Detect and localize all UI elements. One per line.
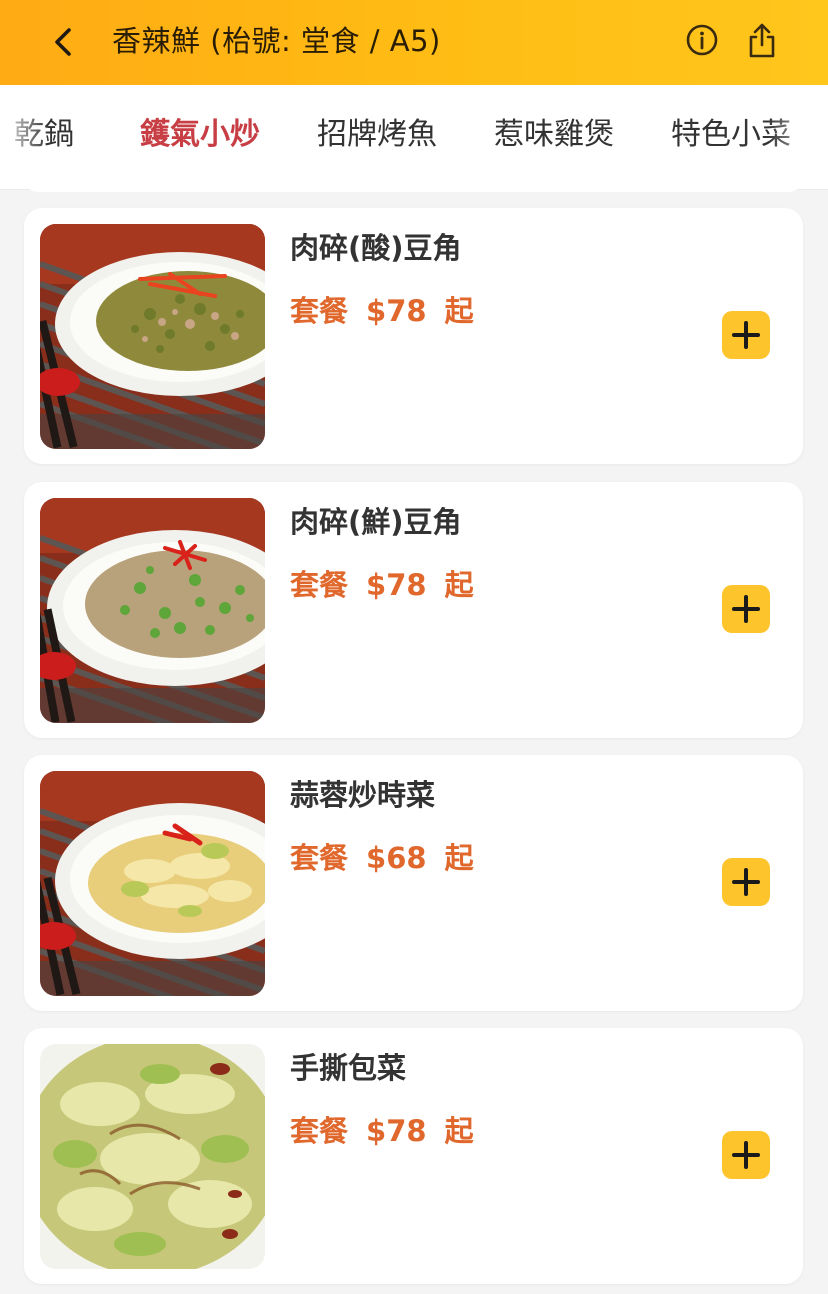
tab-special-dishes[interactable]: 特色小菜 — [671, 114, 791, 156]
price-suffix: 起 — [444, 294, 474, 328]
price-prefix: 套餐 — [290, 841, 349, 875]
add-to-cart-button[interactable] — [722, 1131, 770, 1179]
price-suffix: 起 — [444, 568, 474, 602]
dish-card[interactable]: 蒜蓉炒時菜 套餐 $68 起 — [24, 755, 803, 1011]
dish-image[interactable] — [40, 224, 265, 449]
share-button[interactable] — [744, 18, 780, 60]
info-button[interactable] — [684, 22, 720, 58]
category-tab-bar: 乾鍋 鑊氣小炒 招牌烤魚 惹味雞煲 特色小菜 — [0, 85, 828, 190]
tab-chicken-pot[interactable]: 惹味雞煲 — [494, 114, 614, 156]
plus-icon — [732, 1141, 760, 1169]
chevron-left-icon — [55, 28, 71, 56]
tab-wok-stir-fry[interactable]: 鑊氣小炒 — [140, 114, 260, 156]
tab-signature-grilled-fish[interactable]: 招牌烤魚 — [317, 114, 437, 156]
plus-icon — [732, 595, 760, 623]
tab-dry-pot[interactable]: 乾鍋 — [14, 114, 74, 156]
dish-name: 蒜蓉炒時菜 — [290, 778, 436, 812]
dish-price: 套餐 $68 起 — [290, 838, 474, 878]
add-to-cart-button[interactable] — [722, 585, 770, 633]
dish-name: 肉碎(鮮)豆角 — [290, 505, 462, 539]
price-value: $78 — [366, 568, 427, 602]
price-prefix: 套餐 — [290, 568, 349, 602]
previous-card-edge — [24, 178, 803, 192]
app-header: 香辣鮮 (枱號: 堂食 / A5) — [0, 0, 828, 85]
dish-image[interactable] — [40, 771, 265, 996]
plus-icon — [732, 321, 760, 349]
dish-card[interactable]: 肉碎(酸)豆角 套餐 $78 起 — [24, 208, 803, 464]
dish-price: 套餐 $78 起 — [290, 1111, 474, 1151]
dish-image[interactable] — [40, 1044, 265, 1269]
dish-name: 手撕包菜 — [290, 1051, 407, 1085]
dish-price: 套餐 $78 起 — [290, 565, 474, 605]
price-value: $68 — [366, 841, 427, 875]
plus-icon — [732, 868, 760, 896]
share-icon — [749, 23, 775, 58]
price-prefix: 套餐 — [290, 1114, 349, 1148]
dish-price: 套餐 $78 起 — [290, 291, 474, 331]
price-value: $78 — [366, 1114, 427, 1148]
price-suffix: 起 — [444, 841, 474, 875]
add-to-cart-button[interactable] — [722, 311, 770, 359]
dish-card[interactable]: 肉碎(鮮)豆角 套餐 $78 起 — [24, 482, 803, 738]
price-suffix: 起 — [444, 1114, 474, 1148]
add-to-cart-button[interactable] — [722, 858, 770, 906]
price-value: $78 — [366, 294, 427, 328]
dish-card[interactable]: 手撕包菜 套餐 $78 起 — [24, 1028, 803, 1284]
page-title: 香辣鮮 (枱號: 堂食 / A5) — [112, 24, 441, 58]
info-circle-icon — [686, 24, 718, 56]
price-prefix: 套餐 — [290, 294, 349, 328]
dish-name: 肉碎(酸)豆角 — [290, 231, 462, 265]
dish-image[interactable] — [40, 498, 265, 723]
back-button[interactable] — [44, 22, 84, 62]
